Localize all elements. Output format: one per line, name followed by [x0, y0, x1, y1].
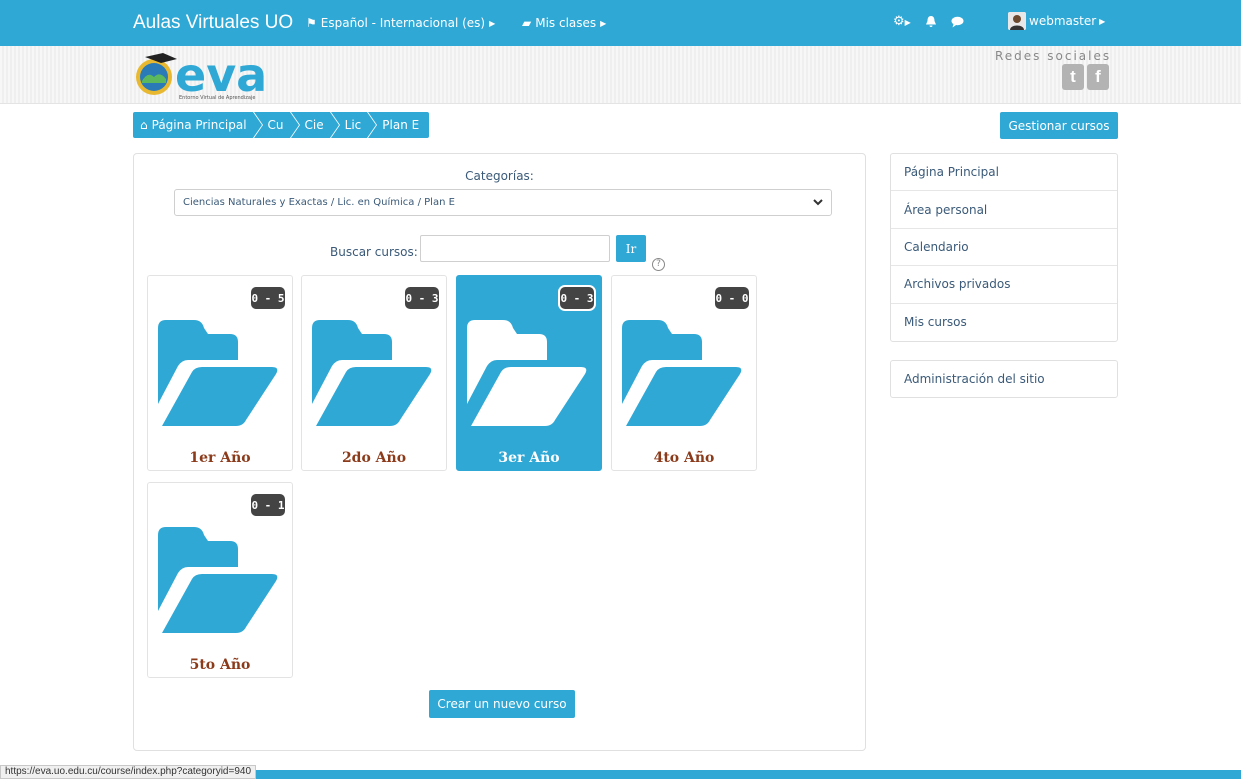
folder-icon	[622, 320, 742, 426]
eva-logo[interactable]: eva Entorno Virtual de Aprendizaje	[133, 49, 293, 101]
folder-icon	[158, 527, 278, 633]
language-menu[interactable]: ⚑ Español - Internacional (es) ▶	[306, 16, 495, 30]
bell-icon[interactable]	[925, 15, 937, 28]
breadcrumb-item[interactable]: Plan E	[368, 112, 430, 138]
chat-icon[interactable]	[951, 16, 964, 28]
caret-right-icon: ▶	[489, 18, 496, 28]
sidebar-item-home[interactable]: Página Principal	[891, 154, 1117, 192]
breadcrumb-home[interactable]: ⌂ Página Principal	[133, 112, 263, 138]
status-bar-url: https://eva.uo.edu.cu/course/index.php?c…	[0, 765, 257, 779]
briefcase-icon: ▰	[522, 16, 532, 30]
help-icon[interactable]: ?	[652, 258, 665, 271]
language-label: Español - Internacional (es)	[320, 16, 486, 30]
sidebar-item-my-courses[interactable]: Mis cursos	[891, 304, 1117, 341]
sidebar-item-dashboard[interactable]: Área personal	[891, 191, 1117, 229]
category-select-value: Ciencias Naturales y Exactas / Lic. en Q…	[183, 197, 455, 208]
my-classes-label: Mis clases	[535, 16, 597, 30]
gear-icon[interactable]: ⚙▶	[893, 14, 911, 29]
navbar-icons: ⚙▶	[893, 14, 964, 29]
folder-card[interactable]: 0 - 5 1er Año	[147, 275, 293, 471]
folder-card[interactable]: 0 - 1 5to Año	[147, 482, 293, 678]
svg-text:eva: eva	[175, 49, 267, 101]
facebook-icon[interactable]: f	[1087, 64, 1109, 90]
home-icon: ⌂	[140, 118, 148, 132]
sidebar-item-site-admin[interactable]: Administración del sitio	[890, 360, 1118, 398]
chevron-down-icon	[813, 199, 823, 206]
sidebar-item-calendar[interactable]: Calendario	[891, 229, 1117, 267]
category-panel: Categorías: Ciencias Naturales y Exactas…	[133, 153, 866, 751]
social-links: t f	[1062, 64, 1109, 90]
course-count-badge: 0 - 1	[249, 492, 287, 518]
svg-text:Entorno Virtual de Aprendizaje: Entorno Virtual de Aprendizaje	[179, 95, 255, 101]
course-count-badge: 0 - 3	[558, 285, 596, 311]
user-name: webmaster	[1029, 14, 1097, 28]
sidebar-item-private-files[interactable]: Archivos privados	[891, 266, 1117, 304]
navigation-block: Página Principal Área personal Calendari…	[890, 153, 1118, 342]
folder-card-selected[interactable]: 0 - 3 3er Año	[456, 275, 602, 471]
folder-title: 3er Año	[498, 450, 560, 466]
user-menu[interactable]: webmaster ▶	[1008, 12, 1105, 30]
my-classes-menu[interactable]: ▰ Mis clases ▶	[522, 16, 606, 30]
flag-icon: ⚑	[306, 16, 317, 30]
manage-courses-button[interactable]: Gestionar cursos	[1000, 112, 1118, 139]
folder-card[interactable]: 0 - 0 4to Año	[611, 275, 757, 471]
folder-title: 1er Año	[189, 450, 251, 466]
twitter-icon[interactable]: t	[1062, 64, 1084, 90]
folder-title: 2do Año	[341, 450, 407, 466]
course-count-badge: 0 - 5	[249, 285, 287, 311]
course-count-badge: 0 - 0	[713, 285, 751, 311]
search-input[interactable]	[420, 235, 610, 262]
create-course-button[interactable]: Crear un nuevo curso	[429, 690, 575, 718]
search-go-button[interactable]: Ir	[616, 235, 646, 262]
course-count-badge: 0 - 3	[403, 285, 441, 311]
avatar	[1008, 12, 1026, 30]
folder-open-icon	[467, 320, 587, 426]
social-title: Redes sociales	[995, 49, 1112, 63]
site-header: eva Entorno Virtual de Aprendizaje Redes…	[0, 46, 1241, 104]
folder-icon	[312, 320, 432, 426]
caret-right-icon: ▶	[600, 18, 607, 28]
folder-title: 4to Año	[653, 450, 715, 466]
top-navbar: Aulas Virtuales UO ⚑ Español - Internaci…	[0, 0, 1241, 46]
breadcrumb: ⌂ Página Principal Cu Cie Lic Plan E	[133, 112, 430, 138]
categories-label: Categorías:	[465, 169, 534, 183]
folder-card[interactable]: 0 - 3 2do Año	[301, 275, 447, 471]
folder-icon	[158, 320, 278, 426]
caret-right-icon: ▶	[1099, 16, 1106, 26]
category-select[interactable]: Ciencias Naturales y Exactas / Lic. en Q…	[174, 189, 832, 216]
folder-title: 5to Año	[189, 657, 251, 673]
search-label: Buscar cursos:	[330, 245, 418, 259]
site-brand[interactable]: Aulas Virtuales UO	[133, 12, 293, 34]
